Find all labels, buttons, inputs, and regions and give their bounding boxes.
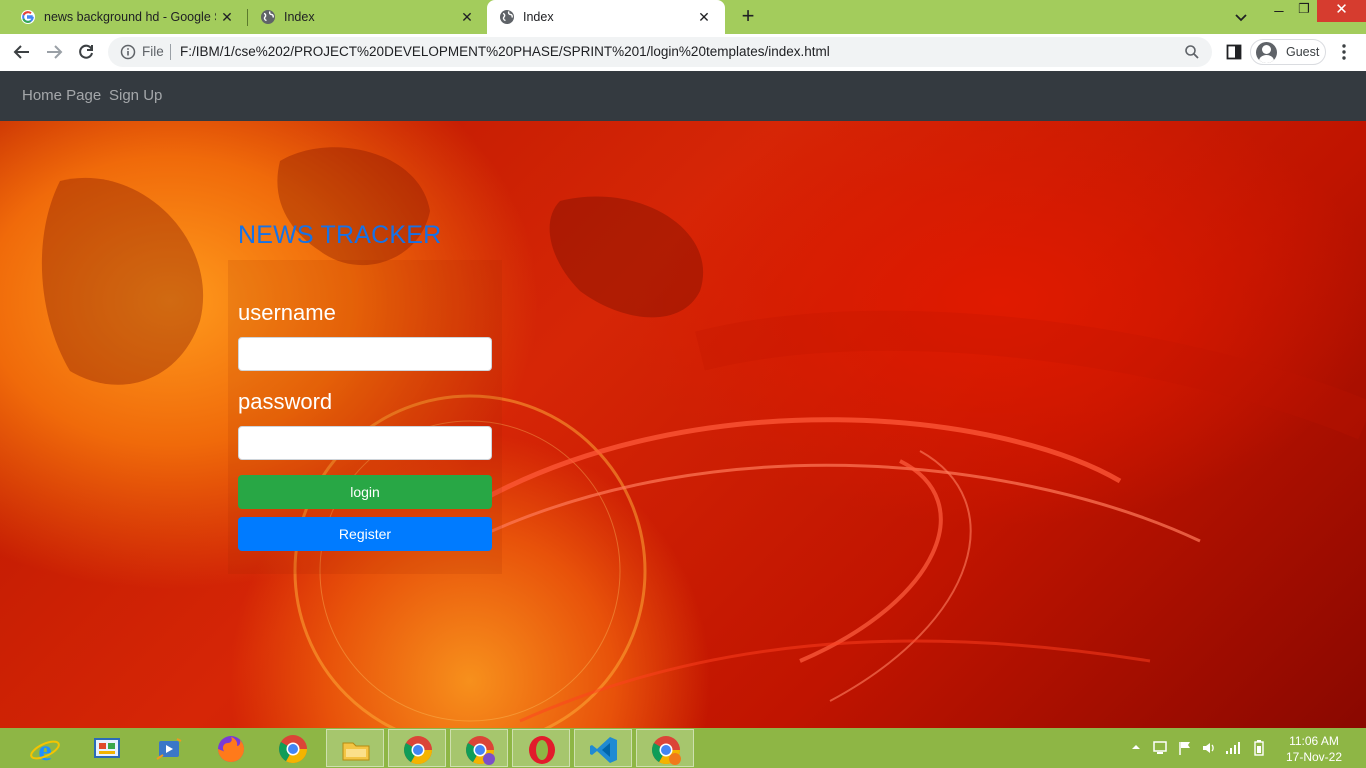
address-bar[interactable]: File F:/IBM/1/cse%202/PROJECT%20DEVELOPM… — [108, 37, 1212, 67]
close-window-icon[interactable]: ✕ — [1317, 0, 1366, 22]
taskbar-media-center[interactable] — [140, 729, 198, 767]
tab-index-active[interactable]: Index ✕ — [487, 0, 725, 34]
register-button[interactable]: Register — [238, 517, 492, 551]
battery-icon[interactable] — [1254, 740, 1264, 756]
globe-icon — [500, 10, 514, 24]
more-menu-icon[interactable] — [1336, 42, 1352, 62]
browser-toolbar: File F:/IBM/1/cse%202/PROJECT%20DEVELOPM… — [0, 34, 1366, 71]
google-g-icon — [21, 10, 35, 24]
vscode-icon — [590, 737, 617, 763]
close-tab-icon[interactable]: ✕ — [693, 9, 715, 26]
tab-index[interactable]: Index ✕ — [240, 0, 488, 34]
tab-title: Index — [523, 10, 554, 24]
chevron-down-icon[interactable] — [1232, 8, 1250, 26]
chrome-profile-n-icon — [652, 736, 681, 765]
taskbar-chrome-profile-m[interactable] — [450, 729, 508, 767]
clock-time: 11:06 AM — [1289, 734, 1339, 748]
url-text[interactable]: F:/IBM/1/cse%202/PROJECT%20DEVELOPMENT%2… — [180, 44, 830, 59]
globe-icon — [261, 10, 275, 24]
show-hidden-icons-icon[interactable] — [1131, 740, 1141, 754]
taskbar-chrome-active[interactable] — [388, 729, 446, 767]
nav-sign-up[interactable]: Sign Up — [109, 87, 162, 104]
chrome-icon — [404, 736, 432, 764]
scheme-label: File — [142, 44, 164, 59]
windows-taskbar: e 11:06 AM 17-Nov-22 — [0, 728, 1366, 768]
close-tab-icon[interactable]: ✕ — [216, 9, 238, 26]
media-center-icon — [156, 738, 182, 760]
taskbar-chrome[interactable] — [264, 729, 322, 767]
divider — [170, 44, 171, 60]
firefox-icon — [218, 736, 244, 762]
zoom-icon[interactable] — [1184, 44, 1200, 60]
chrome-icon — [279, 735, 307, 763]
chrome-profile-m-icon — [466, 736, 495, 765]
taskbar-chrome-profile-n[interactable] — [636, 729, 694, 767]
news-background-image — [0, 121, 1366, 728]
taskbar-internet-explorer[interactable]: e — [16, 729, 74, 767]
login-button[interactable]: login — [238, 475, 492, 509]
taskbar-control-panel[interactable] — [78, 729, 136, 767]
info-icon[interactable] — [120, 44, 136, 60]
file-explorer-icon — [342, 742, 370, 761]
taskbar-opera[interactable] — [512, 729, 570, 767]
close-tab-icon[interactable]: ✕ — [456, 9, 478, 26]
network-computer-icon[interactable] — [1152, 740, 1168, 756]
avatar — [1256, 42, 1277, 63]
password-label: password — [238, 389, 333, 414]
tab-title: news background hd - Google Se — [44, 10, 216, 24]
site-navbar: Home Page Sign Up — [0, 71, 1366, 121]
side-panel-icon[interactable] — [1226, 44, 1242, 60]
new-tab-icon[interactable]: + — [738, 5, 758, 28]
globe-swoosh-graphic — [41, 147, 1366, 728]
taskbar-vscode[interactable] — [574, 729, 632, 767]
taskbar-file-explorer[interactable] — [326, 729, 384, 767]
action-center-flag-icon[interactable] — [1177, 740, 1193, 756]
nav-home-page[interactable]: Home Page — [22, 87, 101, 104]
opera-icon — [529, 736, 555, 764]
taskbar-firefox[interactable] — [202, 729, 260, 767]
forward-arrow-icon[interactable] — [44, 42, 64, 62]
restore-icon[interactable]: ❐ — [1292, 1, 1316, 23]
profile-button[interactable]: Guest — [1250, 39, 1326, 65]
minimize-icon[interactable]: _ — [1267, 0, 1291, 18]
reload-icon[interactable] — [76, 42, 96, 62]
password-field[interactable] — [238, 426, 492, 460]
page-title: NEWS TRACKER — [238, 221, 442, 249]
control-panel-icon — [94, 738, 120, 758]
username-field[interactable] — [238, 337, 492, 371]
internet-explorer-icon: e — [30, 734, 60, 765]
profile-name: Guest — [1286, 45, 1320, 59]
svg-text:e: e — [38, 734, 51, 765]
taskbar-clock[interactable]: 11:06 AM 17-Nov-22 — [1280, 733, 1348, 765]
username-label: username — [238, 300, 336, 325]
volume-icon[interactable] — [1201, 740, 1217, 756]
tab-strip: news background hd - Google Se ✕ Index ✕… — [0, 0, 1366, 34]
tab-google-search[interactable]: news background hd - Google Se ✕ — [0, 0, 248, 34]
clock-date: 17-Nov-22 — [1285, 750, 1343, 764]
signal-bars-icon[interactable] — [1225, 740, 1241, 756]
tab-title: Index — [284, 10, 315, 24]
back-arrow-icon[interactable] — [12, 42, 32, 62]
